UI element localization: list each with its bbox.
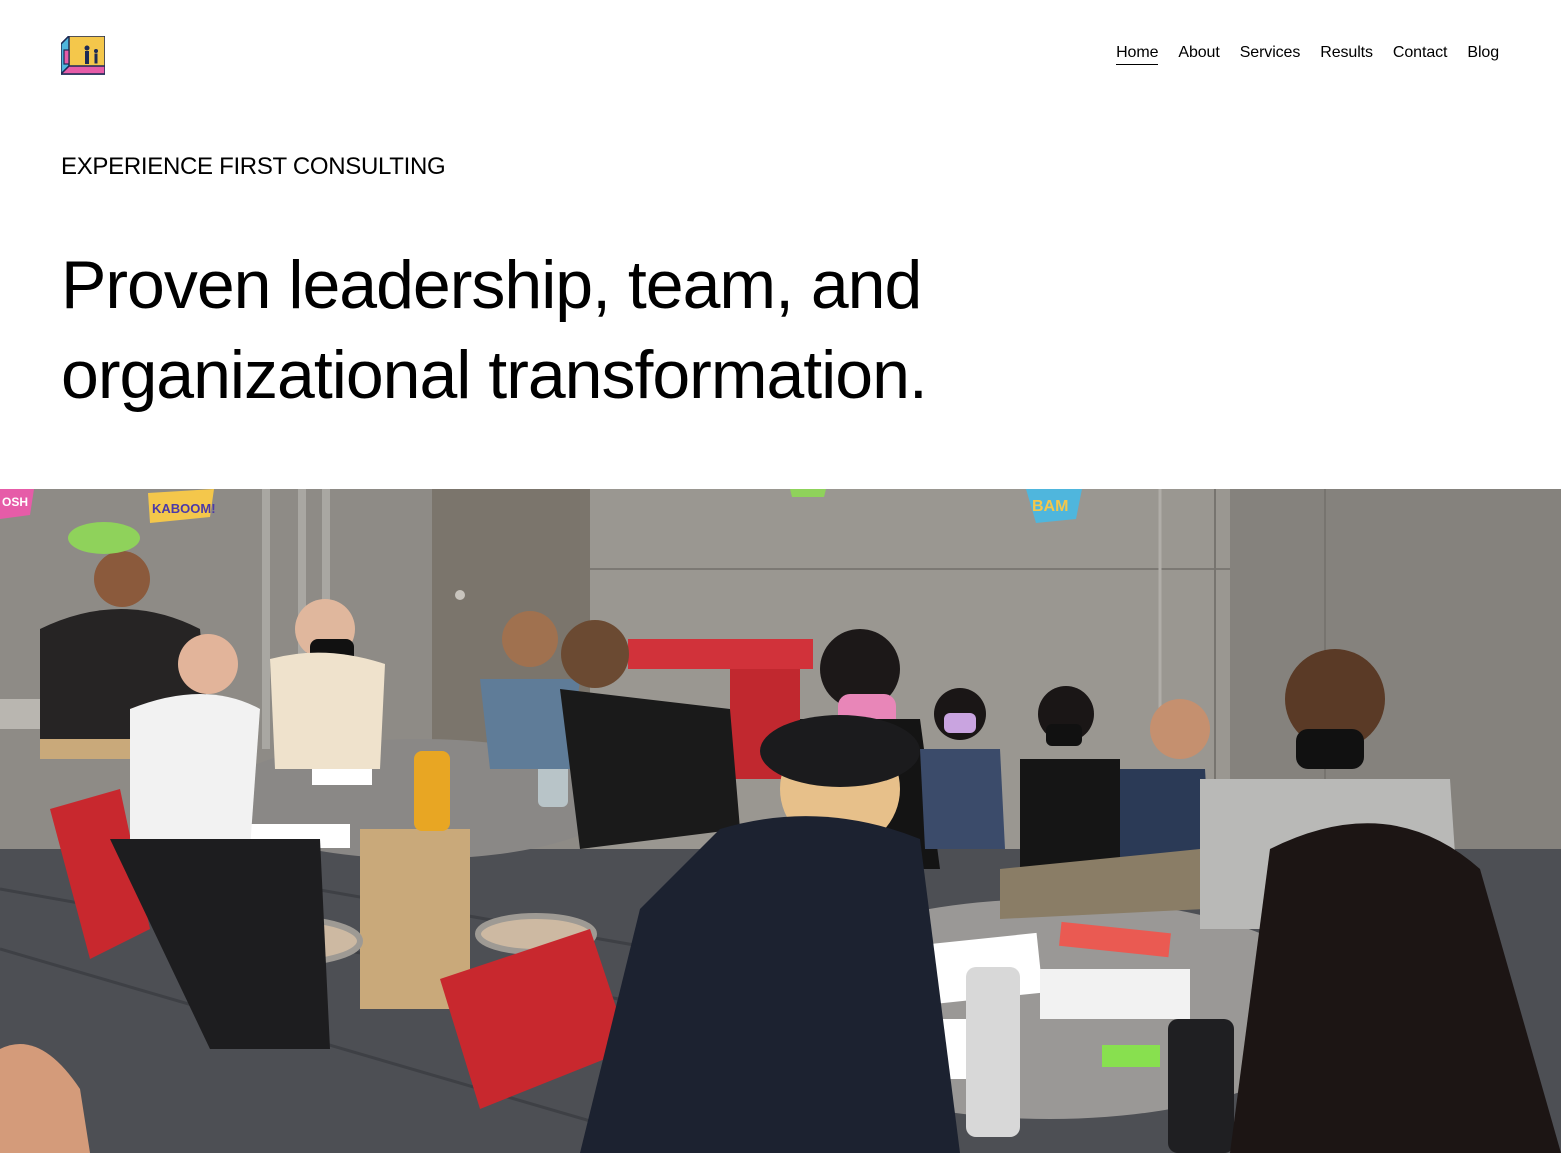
svg-text:OSH: OSH <box>2 495 28 509</box>
page: Home About Services Results Contact Blog… <box>0 0 1561 1169</box>
nav-home-link[interactable]: Home <box>1116 44 1158 65</box>
main-nav: Home About Services Results Contact Blog <box>1116 44 1499 65</box>
nav-services-link[interactable]: Services <box>1240 44 1301 64</box>
nav-blog-link[interactable]: Blog <box>1467 44 1499 64</box>
company-name: EXPERIENCE FIRST CONSULTING <box>61 153 446 180</box>
workshop-photo: OSH KABOOM! BAM <box>0 489 1561 1153</box>
workshop-photo-illustration: OSH KABOOM! BAM <box>0 489 1561 1153</box>
house-people-logo-icon <box>59 34 106 76</box>
svg-text:BAM: BAM <box>1032 498 1068 515</box>
svg-text:KABOOM!: KABOOM! <box>152 501 216 516</box>
nav-contact-link[interactable]: Contact <box>1393 44 1448 64</box>
sign-osh: OSH <box>0 489 34 519</box>
nav-results-link[interactable]: Results <box>1320 44 1373 64</box>
hero-headline: Proven leadership, team, and organizatio… <box>61 247 928 413</box>
nav-about-link[interactable]: About <box>1178 44 1219 64</box>
site-logo[interactable] <box>59 34 106 76</box>
